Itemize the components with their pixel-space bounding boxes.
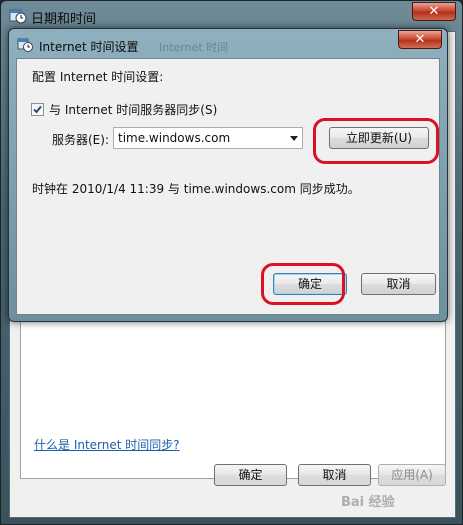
dialog-client-area: 配置 Internet 时间设置: 与 Internet 时间服务器同步(S) …	[16, 58, 440, 315]
sync-checkbox[interactable]	[31, 103, 44, 116]
server-label: 服务器(E):	[52, 133, 109, 147]
server-combobox[interactable]: time.windows.com	[113, 127, 303, 149]
server-value: time.windows.com	[118, 131, 231, 145]
internet-time-icon	[17, 37, 33, 53]
dialog-ok-button[interactable]: 确定	[273, 273, 347, 295]
checkmark-icon	[33, 105, 42, 114]
dialog-titlebar[interactable]: Internet 时间设置 Internet 时间 ✕	[9, 29, 447, 57]
outer-cancel-button[interactable]: 取消	[298, 464, 371, 486]
outer-ok-button[interactable]: 确定	[214, 464, 287, 486]
outer-apply-button[interactable]: 应用(A)	[378, 464, 446, 486]
datetime-icon	[9, 7, 27, 25]
sync-checkbox-row[interactable]: 与 Internet 时间服务器同步(S)	[31, 101, 217, 118]
dialog-heading: 配置 Internet 时间设置:	[32, 70, 164, 84]
outer-titlebar[interactable]: 日期和时间 ✕	[1, 1, 462, 31]
sync-status-text: 时钟在 2010/1/4 11:39 与 time.windows.com 同步…	[32, 182, 360, 196]
dialog-cancel-button[interactable]: 取消	[361, 273, 436, 295]
internet-time-help-link[interactable]: 什么是 Internet 时间同步?	[34, 436, 180, 453]
outer-window-title: 日期和时间	[31, 12, 97, 27]
internet-time-settings-dialog: Internet 时间设置 Internet 时间 ✕ 配置 Internet …	[8, 28, 448, 322]
dialog-title-ghost: Internet 时间	[159, 41, 229, 54]
update-now-button[interactable]: 立即更新(U)	[329, 127, 429, 149]
outer-close-button[interactable]: ✕	[412, 2, 456, 21]
sync-checkbox-label: 与 Internet 时间服务器同步(S)	[49, 103, 218, 117]
dropdown-arrow-icon[interactable]	[290, 136, 298, 141]
watermark: Bai 经验	[341, 495, 395, 510]
dialog-title: Internet 时间设置	[39, 40, 139, 54]
close-icon: ✕	[414, 32, 426, 47]
close-icon: ✕	[428, 4, 440, 19]
dialog-close-button[interactable]: ✕	[398, 30, 442, 49]
